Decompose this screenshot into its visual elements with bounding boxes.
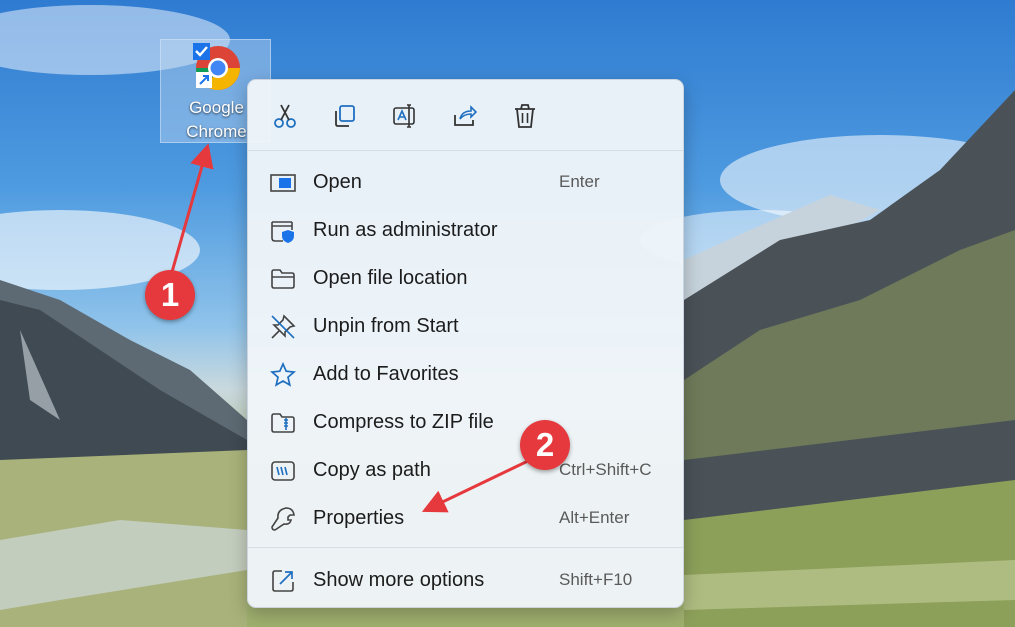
menu-item-label: Show more options — [313, 569, 485, 591]
copy-button[interactable] — [329, 100, 361, 132]
delete-icon — [515, 104, 535, 128]
menu-item-shortcut: Shift+F10 — [559, 570, 633, 589]
delete-button[interactable] — [509, 100, 541, 132]
wrench-icon — [271, 507, 295, 531]
menu-item-label: Properties — [313, 507, 405, 529]
show-more-icon — [272, 570, 294, 592]
divider — [248, 547, 683, 548]
rename-button[interactable] — [389, 100, 421, 132]
cut-button[interactable] — [269, 100, 301, 132]
unpin-icon — [271, 314, 296, 339]
menu-item-open-file-location[interactable]: Open file location — [248, 256, 683, 300]
menu-item-unpin-from-start[interactable]: Unpin from Start — [248, 304, 683, 348]
menu-item-run-as-administrator[interactable]: Run as administrator — [248, 208, 683, 252]
menu-item-compress-to-zip[interactable]: Compress to ZIP file — [248, 400, 683, 444]
menu-item-properties[interactable]: Properties Alt+Enter — [248, 496, 683, 540]
share-button[interactable] — [449, 100, 481, 132]
menu-item-open[interactable]: Open Enter — [248, 160, 683, 204]
menu-item-shortcut: Ctrl+Shift+C — [559, 460, 652, 479]
cut-icon — [274, 104, 296, 128]
annotation-badge-2: 2 — [520, 420, 570, 470]
context-menu-toolbar — [248, 80, 683, 150]
menu-item-shortcut: Alt+Enter — [559, 508, 630, 527]
menu-item-label: Unpin from Start — [313, 315, 459, 337]
divider — [248, 150, 683, 151]
rename-icon — [393, 104, 415, 128]
zip-icon — [271, 413, 295, 433]
menu-item-label: Compress to ZIP file — [313, 411, 494, 433]
menu-item-label: Open file location — [313, 267, 468, 289]
folder-icon — [271, 269, 295, 289]
menu-item-shortcut: Enter — [559, 172, 600, 191]
context-menu: Open Enter Run as administrator Open fil… — [247, 79, 684, 608]
menu-item-label: Open — [313, 171, 362, 193]
menu-item-add-to-favorites[interactable]: Add to Favorites — [248, 352, 683, 396]
share-icon — [454, 105, 478, 126]
shield-icon — [271, 221, 294, 243]
star-icon — [270, 362, 296, 387]
menu-item-label: Add to Favorites — [313, 363, 459, 385]
annotation-badge-1: 1 — [145, 270, 195, 320]
menu-item-label: Run as administrator — [313, 219, 498, 241]
menu-item-copy-as-path[interactable]: Copy as path Ctrl+Shift+C — [248, 448, 683, 492]
menu-item-show-more-options[interactable]: Show more options Shift+F10 — [248, 558, 683, 602]
copy-path-icon — [271, 461, 295, 481]
chrome-icon — [193, 43, 240, 90]
copy-icon — [335, 105, 355, 127]
open-icon — [270, 174, 296, 192]
menu-item-label: Copy as path — [313, 459, 431, 481]
